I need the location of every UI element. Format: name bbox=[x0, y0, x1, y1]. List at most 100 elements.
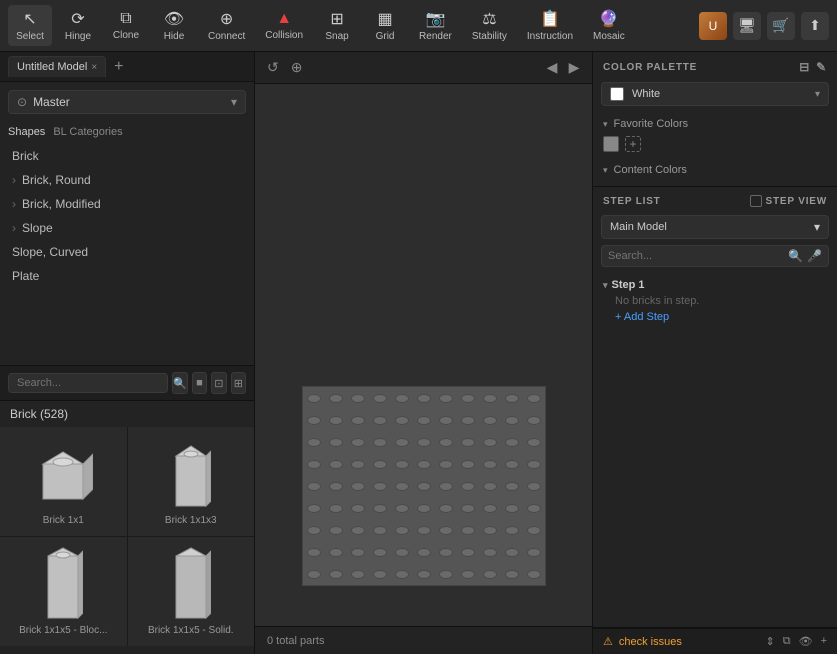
lego-dot bbox=[527, 438, 541, 447]
lego-dot bbox=[307, 460, 321, 469]
brick-item-1x1[interactable]: Brick 1x1 bbox=[0, 427, 127, 536]
add-step-button[interactable]: + Add Step bbox=[615, 311, 827, 323]
shape-item-slope-curved[interactable]: Slope, Curved bbox=[0, 240, 254, 264]
color-selector-dropdown[interactable]: White ▾ bbox=[601, 82, 829, 106]
view-grid-button[interactable]: ⊞ bbox=[231, 372, 246, 394]
step-list-header: STEP LIST Step view bbox=[593, 187, 837, 215]
step-view-checkbox[interactable] bbox=[750, 195, 762, 207]
lego-dot-cell bbox=[303, 475, 325, 497]
master-dropdown[interactable]: ⊙ Master ▾ bbox=[8, 90, 246, 114]
lego-dot-cell bbox=[501, 563, 523, 585]
favorite-color-swatch[interactable] bbox=[603, 136, 619, 152]
tool-stability[interactable]: ⚖ Stability bbox=[464, 5, 515, 46]
viewport-rotate-button[interactable]: ↺ bbox=[263, 57, 283, 78]
lego-dot-cell bbox=[523, 475, 545, 497]
lego-dot-cell bbox=[523, 431, 545, 453]
favorite-colors-header[interactable]: ▾ Favorite Colors bbox=[603, 118, 827, 130]
lego-dot bbox=[395, 482, 409, 491]
lego-dot-cell bbox=[479, 563, 501, 585]
bottom-icon-eye[interactable]: 👁 bbox=[799, 635, 813, 648]
shape-item-brick-round[interactable]: Brick, Round bbox=[0, 168, 254, 192]
tool-grid[interactable]: ▦ Grid bbox=[363, 5, 407, 46]
lego-dot bbox=[307, 548, 321, 557]
toolbar: ↖ Select ⟳ Hinge ⧉ Clone 👁 Hide ⊕ Connec… bbox=[0, 0, 837, 52]
lego-dot-cell bbox=[457, 563, 479, 585]
lego-dot bbox=[351, 394, 365, 403]
lego-dot-cell bbox=[325, 475, 347, 497]
step-mic-icon[interactable]: 🎤 bbox=[807, 249, 822, 263]
step-chevron-icon: ▾ bbox=[603, 280, 608, 291]
edit-icon[interactable]: ✎ bbox=[816, 60, 827, 74]
bottom-icon-add[interactable]: + bbox=[821, 635, 827, 648]
brick-item-1x1x5-solid[interactable]: Brick 1x1x5 - Solid. bbox=[128, 537, 255, 646]
lego-dot-cell bbox=[413, 475, 435, 497]
search-icon-button[interactable]: 🔍 bbox=[172, 372, 188, 394]
lego-dot bbox=[373, 460, 387, 469]
model-selector-dropdown[interactable]: Main Model ▾ bbox=[601, 215, 829, 239]
tool-mosaic[interactable]: 🔮 Mosaic bbox=[585, 5, 633, 46]
lego-dot-cell bbox=[523, 453, 545, 475]
color-swatch-white bbox=[610, 87, 624, 101]
lego-dot bbox=[461, 482, 475, 491]
step-1-label: ▾ Step 1 bbox=[603, 279, 827, 291]
bottom-icon-clone[interactable]: ⧉ bbox=[783, 635, 791, 648]
lego-dot-cell bbox=[347, 409, 369, 431]
lego-dot bbox=[439, 460, 453, 469]
avatar[interactable]: U bbox=[699, 12, 727, 40]
grid-icon: ▦ bbox=[377, 9, 392, 29]
brick-item-1x1x5-bloc[interactable]: Brick 1x1x5 - Bloc... bbox=[0, 537, 127, 646]
lego-dot bbox=[527, 548, 541, 557]
lego-dot-cell bbox=[325, 563, 347, 585]
view-solid-button[interactable]: ■ bbox=[192, 372, 207, 394]
lego-dot bbox=[461, 394, 475, 403]
lego-dot-cell bbox=[479, 475, 501, 497]
tool-instruction[interactable]: 📋 Instruction bbox=[519, 5, 581, 46]
shape-item-slope[interactable]: Slope bbox=[0, 216, 254, 240]
select-icon: ↖ bbox=[23, 9, 36, 29]
search-input[interactable] bbox=[8, 373, 168, 393]
tab-add-button[interactable]: + bbox=[110, 58, 127, 76]
step-search-input[interactable] bbox=[608, 250, 784, 262]
lego-dot-cell bbox=[501, 497, 523, 519]
viewport-canvas[interactable] bbox=[255, 84, 592, 626]
step-list-section: STEP LIST Step view Main Model ▾ 🔍 🎤 ▾ S… bbox=[593, 187, 837, 628]
tool-connect[interactable]: ⊕ Connect bbox=[200, 5, 253, 46]
viewport-next-button[interactable]: ▶ bbox=[564, 58, 584, 78]
warning-icon: ⚠ bbox=[603, 635, 613, 648]
tool-snap[interactable]: ⊞ Snap bbox=[315, 5, 359, 46]
viewport-zoom-button[interactable]: ⊕ bbox=[287, 57, 307, 78]
bottom-icon-resize[interactable]: ⇕ bbox=[766, 635, 775, 648]
tool-hide[interactable]: 👁 Hide bbox=[152, 5, 196, 46]
lego-dot bbox=[417, 460, 431, 469]
shape-item-brick-modified[interactable]: Brick, Modified bbox=[0, 192, 254, 216]
toolbar-right: U 🖥 🛒 ⬆ bbox=[699, 12, 829, 40]
lego-dot bbox=[527, 394, 541, 403]
tool-render[interactable]: 📷 Render bbox=[411, 5, 460, 46]
tab-close-button[interactable]: × bbox=[91, 62, 97, 73]
tool-collision[interactable]: ▲ Collision bbox=[257, 6, 311, 45]
lego-dot-cell bbox=[523, 409, 545, 431]
hinge-icon: ⟳ bbox=[71, 9, 84, 29]
add-favorite-color-button[interactable]: + bbox=[625, 136, 641, 152]
lego-dot-cell bbox=[479, 431, 501, 453]
tab-untitled-model[interactable]: Untitled Model × bbox=[8, 56, 106, 77]
tool-hinge[interactable]: ⟳ Hinge bbox=[56, 5, 100, 46]
toolbar-icon-cart[interactable]: 🛒 bbox=[767, 12, 795, 40]
content-colors-header[interactable]: ▾ Content Colors bbox=[603, 164, 827, 176]
lego-dot bbox=[329, 460, 343, 469]
toolbar-icon-monitor[interactable]: 🖥 bbox=[733, 12, 761, 40]
tool-clone[interactable]: ⧉ Clone bbox=[104, 6, 148, 45]
shape-item-plate[interactable]: Plate bbox=[0, 264, 254, 288]
toolbar-icon-upload[interactable]: ⬆ bbox=[801, 12, 829, 40]
brick-item-1x1x3[interactable]: Brick 1x1x3 bbox=[128, 427, 255, 536]
tool-select[interactable]: ↖ Select bbox=[8, 5, 52, 46]
lego-dot bbox=[483, 526, 497, 535]
main-layout: Untitled Model × + ⊙ Master ▾ Shapes BL … bbox=[0, 52, 837, 654]
lego-dot-cell bbox=[435, 563, 457, 585]
filter-icon[interactable]: ⊟ bbox=[799, 60, 810, 74]
shape-item-brick[interactable]: Brick bbox=[0, 144, 254, 168]
lego-dot-cell bbox=[501, 541, 523, 563]
lego-dot bbox=[527, 570, 541, 579]
view-outline-button[interactable]: ⊡ bbox=[211, 372, 226, 394]
viewport-prev-button[interactable]: ◀ bbox=[542, 58, 562, 78]
